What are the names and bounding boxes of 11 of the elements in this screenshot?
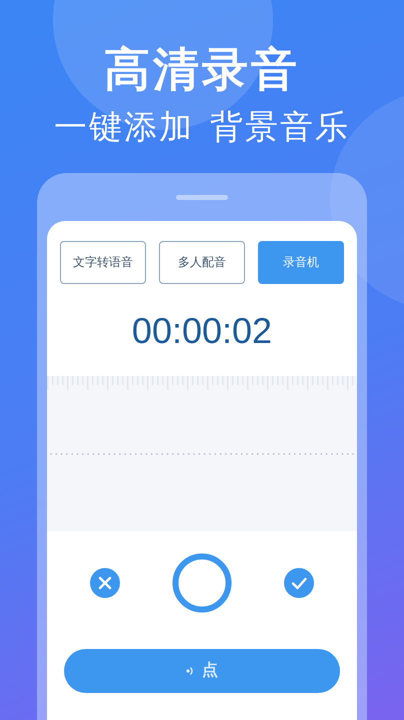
speaker-slot xyxy=(176,194,228,200)
sound-icon xyxy=(186,664,194,677)
mode-tab[interactable]: 文字转语音 xyxy=(60,240,146,284)
headline: 高清录音 xyxy=(104,44,300,95)
mode-tab[interactable]: 多人配音 xyxy=(159,240,245,284)
subheadline: 一键添加 xyxy=(54,108,194,145)
close-icon[interactable] xyxy=(90,568,120,598)
recording-timer: 00:00:02 xyxy=(132,310,272,352)
check-icon[interactable] xyxy=(284,568,314,598)
subheadline: 背景音乐 xyxy=(210,108,350,145)
record-button-icon[interactable] xyxy=(172,552,232,613)
